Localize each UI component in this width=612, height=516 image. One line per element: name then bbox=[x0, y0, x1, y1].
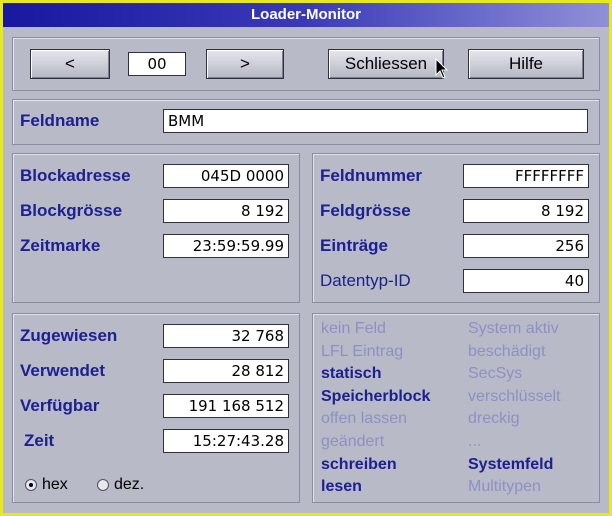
status-flag-left-5: geändert bbox=[321, 433, 385, 450]
status-flag-left-4: offen lassen bbox=[321, 410, 407, 428]
datatype-id-field[interactable]: 40 bbox=[463, 269, 589, 293]
allocated-field[interactable]: 32 768 bbox=[163, 324, 289, 348]
status-flag-right-7: Multitypen bbox=[468, 478, 541, 496]
status-flag-right-0: System aktiv bbox=[468, 320, 559, 337]
status-flag-left-7: lesen bbox=[321, 478, 362, 496]
available-field[interactable]: 191 168 512 bbox=[163, 394, 289, 418]
block-size-label: Blockgrösse bbox=[20, 201, 123, 220]
status-flag-right-3: verschlüsselt bbox=[468, 387, 561, 405]
field-size-label: Feldgrösse bbox=[320, 201, 411, 220]
available-label: Verfügbar bbox=[20, 396, 100, 415]
fieldname-label: Feldname bbox=[20, 111, 100, 130]
dec-radio[interactable] bbox=[97, 479, 109, 491]
datatype-id-label: Datentyp-ID bbox=[320, 271, 411, 290]
status-flag-left-6: schreiben bbox=[321, 455, 397, 473]
radio-selected-dot bbox=[29, 483, 33, 487]
status-flag-left-3: Speicherblock bbox=[321, 387, 431, 405]
prev-button[interactable]: < bbox=[30, 49, 110, 79]
block-address-label: Blockadresse bbox=[20, 166, 131, 185]
entries-label: Einträge bbox=[320, 236, 389, 255]
loader-monitor-window: Loader-Monitor < 00 > Schliessen Hilfe F… bbox=[0, 0, 612, 516]
status-flag-left-2: statisch bbox=[321, 365, 382, 383]
title-bar[interactable]: Loader-Monitor bbox=[3, 3, 609, 27]
status-flag-right-4: dreckig bbox=[468, 410, 520, 428]
mouse-pointer-icon bbox=[435, 58, 449, 79]
hex-radio-label[interactable]: hex bbox=[42, 475, 68, 495]
used-label: Verwendet bbox=[20, 361, 106, 380]
entries-field[interactable]: 256 bbox=[463, 234, 589, 258]
fieldname-input[interactable]: BMM bbox=[163, 109, 588, 133]
status-flag-left-1: LFL Eintrag bbox=[321, 342, 404, 360]
time-field[interactable]: 15:27:43.28 bbox=[163, 429, 289, 453]
window-title: Loader-Monitor bbox=[251, 6, 361, 23]
used-field[interactable]: 28 812 bbox=[163, 359, 289, 383]
timestamp-field[interactable]: 23:59:59.99 bbox=[163, 234, 289, 258]
block-address-field[interactable]: 045D 0000 bbox=[163, 164, 289, 188]
status-flag-right-1: beschädigt bbox=[468, 342, 546, 360]
help-button[interactable]: Hilfe bbox=[468, 49, 584, 79]
field-number-label: Feldnummer bbox=[320, 166, 423, 185]
status-flag-right-5: ... bbox=[468, 433, 482, 450]
timestamp-label: Zeitmarke bbox=[20, 236, 101, 255]
counter-field[interactable]: 00 bbox=[128, 52, 186, 76]
hex-radio[interactable] bbox=[25, 479, 37, 491]
field-size-field[interactable]: 8 192 bbox=[463, 199, 589, 223]
block-size-field[interactable]: 8 192 bbox=[163, 199, 289, 223]
dec-radio-label[interactable]: dez. bbox=[114, 475, 144, 495]
allocated-label: Zugewiesen bbox=[20, 326, 118, 345]
status-flag-right-6: Systemfeld bbox=[468, 455, 554, 473]
next-button[interactable]: > bbox=[206, 49, 284, 79]
time-label: Zeit bbox=[24, 431, 55, 450]
field-number-field[interactable]: FFFFFFFF bbox=[463, 164, 589, 188]
close-button[interactable]: Schliessen bbox=[328, 49, 444, 79]
status-flag-right-2: SecSys bbox=[468, 365, 523, 383]
status-flag-left-0: kein Feld bbox=[321, 320, 386, 337]
